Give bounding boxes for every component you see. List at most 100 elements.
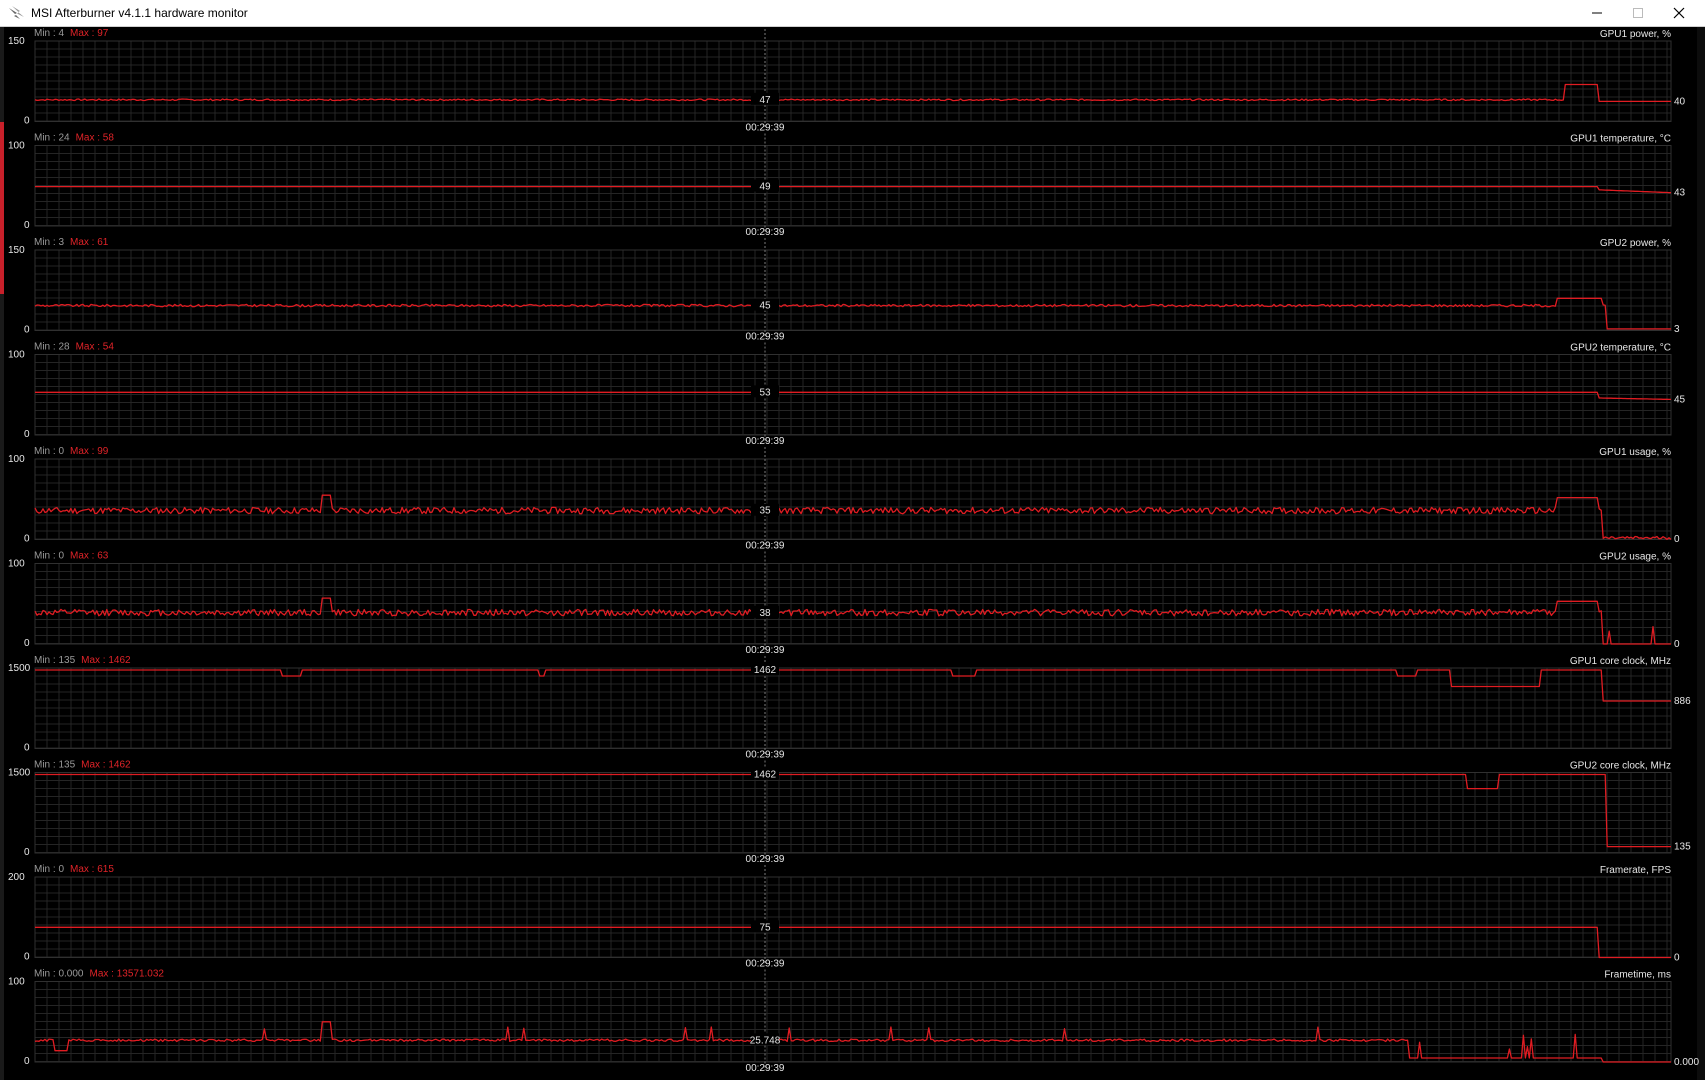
graph-title: GPU1 core clock, MHz: [1570, 656, 1671, 667]
graph-title: GPU1 power, %: [1600, 29, 1671, 40]
current-value: 0: [1674, 534, 1680, 545]
y-axis-bottom-label: 0: [24, 1056, 30, 1067]
y-axis-top-label: 1500: [8, 663, 31, 674]
graph-panel[interactable]: 53 100 0 Min : 28 Max : 54 GPU2 temperature, …: [8, 342, 1686, 448]
max-label: Max : 615: [70, 864, 114, 875]
min-label: Min : 4: [34, 28, 64, 39]
max-label: Max : 58: [76, 133, 115, 144]
graph-panel[interactable]: 45 150 0 Min : 3 Max : 61 GPU2 power, % 00:29:…: [8, 237, 1680, 343]
cursor-value: 45: [759, 301, 771, 312]
graph-title: GPU2 power, %: [1600, 238, 1671, 249]
cursor-value: 53: [759, 387, 771, 398]
max-label: Max : 13571.032: [89, 969, 164, 980]
max-label: Max : 63: [70, 551, 109, 562]
max-label: Max : 1462: [81, 760, 131, 771]
cursor-value: 75: [759, 922, 771, 933]
min-label: Min : 0: [34, 551, 64, 562]
series-line: [35, 926, 1671, 959]
graph-title: GPU2 temperature, °C: [1570, 343, 1671, 354]
y-axis-top-label: 100: [8, 454, 25, 465]
y-axis-bottom-label: 0: [24, 952, 30, 963]
current-value: 43: [1674, 188, 1686, 199]
timestamp-label: 00:29:39: [746, 332, 785, 343]
graph-panel[interactable]: 47 150 0 Min : 4 Max : 97 GPU1 power, % 00:29:…: [8, 28, 1686, 134]
timestamp-label: 00:29:39: [746, 123, 785, 134]
graph-title: GPU1 temperature, °C: [1570, 134, 1671, 145]
y-axis-top-label: 150: [8, 245, 25, 256]
min-label: Min : 135: [34, 655, 76, 666]
max-label: Max : 97: [70, 28, 109, 39]
y-axis-top-label: 1500: [8, 768, 31, 779]
current-value: 45: [1674, 394, 1686, 405]
y-axis-top-label: 100: [8, 977, 25, 988]
graph-panel[interactable]: 1462 1500 0 Min : 135 Max : 1462 GPU1 core cl…: [8, 655, 1691, 761]
current-value: 0: [1674, 639, 1680, 650]
cursor-value: 47: [759, 95, 771, 106]
y-axis-top-label: 150: [8, 36, 25, 47]
graph-title: Frametime, ms: [1604, 970, 1671, 981]
current-value: 0.000: [1674, 1057, 1699, 1068]
current-value: 40: [1674, 96, 1686, 107]
min-label: Min : 0: [34, 864, 64, 875]
series-line: [35, 391, 1671, 401]
graph-panel[interactable]: 38 100 0 Min : 0 Max : 63 GPU2 usage, % 00:29:…: [8, 551, 1680, 657]
y-axis-bottom-label: 0: [24, 638, 30, 649]
series-line: [34, 1021, 1671, 1063]
timestamp-label: 00:29:39: [746, 541, 785, 552]
series-line: [35, 773, 1671, 848]
series-line: [34, 597, 1671, 645]
timestamp-label: 00:29:39: [746, 645, 785, 656]
graph-title: GPU1 usage, %: [1599, 447, 1671, 458]
min-label: Min : 0.000: [34, 969, 84, 980]
cursor-value: 35: [759, 506, 771, 517]
timestamp-label: 00:29:39: [746, 436, 785, 447]
series-line: [34, 83, 1671, 103]
series-line: [34, 494, 1672, 541]
graph-panel[interactable]: 25.748 100 0 Min : 0.000 Max : 13571.032 Fram…: [8, 969, 1699, 1075]
graph-panel[interactable]: 75 200 0 Min : 0 Max : 615 Framerate, FPS 00:2…: [8, 864, 1680, 970]
timestamp-label: 00:29:39: [746, 227, 785, 238]
max-label: Max : 61: [70, 237, 109, 248]
y-axis-top-label: 100: [8, 141, 25, 152]
min-label: Min : 28: [34, 342, 70, 353]
min-label: Min : 3: [34, 237, 64, 248]
timestamp-label: 00:29:39: [746, 959, 785, 970]
graph-title: Framerate, FPS: [1600, 865, 1671, 876]
y-axis-bottom-label: 0: [24, 743, 30, 754]
timestamp-label: 00:29:39: [746, 1063, 785, 1074]
y-axis-top-label: 200: [8, 872, 25, 883]
y-axis-bottom-label: 0: [24, 325, 30, 336]
cursor-value: 1462: [754, 770, 777, 781]
graph-title: GPU2 usage, %: [1599, 552, 1671, 563]
max-label: Max : 1462: [81, 655, 131, 666]
graph-panel[interactable]: 35 100 0 Min : 0 Max : 99 GPU1 usage, % 00:29:…: [8, 446, 1680, 552]
cursor-value: 49: [759, 182, 771, 193]
y-axis-top-label: 100: [8, 559, 25, 570]
current-value: 0: [1674, 953, 1680, 964]
timestamp-label: 00:29:39: [746, 854, 785, 865]
y-axis-bottom-label: 0: [24, 847, 30, 858]
max-label: Max : 54: [76, 342, 115, 353]
max-label: Max : 99: [70, 446, 109, 457]
graph-stack[interactable]: 471500Min : 4 Max : 97 GPU1 power, %00:29:…: [0, 0, 1705, 1080]
current-value: 135: [1674, 842, 1691, 853]
series-line: [35, 185, 1672, 194]
cursor-value: 38: [759, 608, 771, 619]
y-axis-bottom-label: 0: [24, 429, 30, 440]
min-label: Min : 24: [34, 133, 70, 144]
y-axis-top-label: 100: [8, 350, 25, 361]
graph-panel[interactable]: 1462 1500 0 Min : 135 Max : 1462 GPU2 core cl…: [8, 760, 1691, 866]
timestamp-label: 00:29:39: [746, 750, 785, 761]
min-label: Min : 0: [34, 446, 64, 457]
y-axis-bottom-label: 0: [24, 220, 30, 231]
cursor-value: 1462: [754, 665, 777, 676]
series-line: [35, 669, 1671, 702]
cursor-value: 25.748: [750, 1035, 781, 1046]
current-value: 3: [1674, 324, 1680, 335]
y-axis-bottom-label: 0: [24, 116, 30, 127]
y-axis-bottom-label: 0: [24, 534, 30, 545]
graph-panel[interactable]: 49 100 0 Min : 24 Max : 58 GPU1 temperature, …: [8, 133, 1686, 239]
graph-title: GPU2 core clock, MHz: [1570, 761, 1671, 772]
current-value: 886: [1674, 696, 1691, 707]
min-label: Min : 135: [34, 760, 76, 771]
